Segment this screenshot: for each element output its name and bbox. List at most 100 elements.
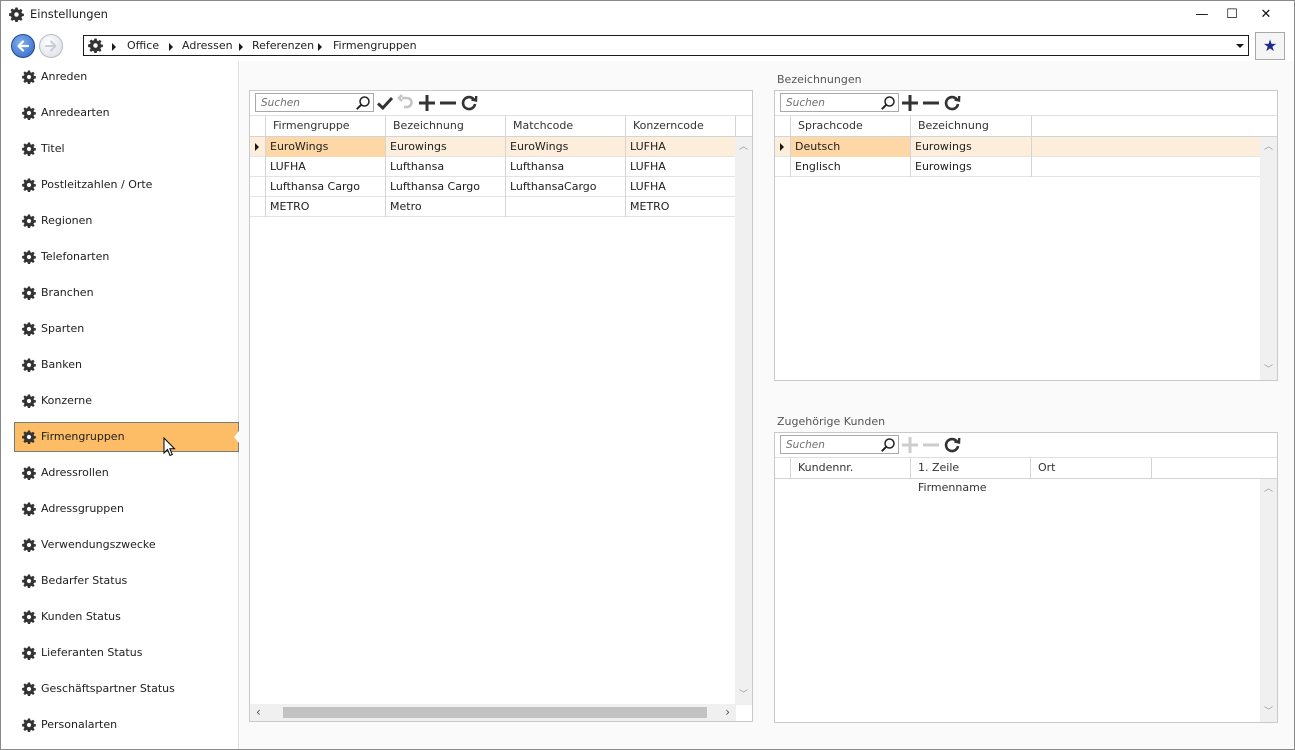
sidebar-item-titel[interactable]: Titel: [14, 134, 239, 164]
table-cell[interactable]: EuroWings: [266, 137, 386, 157]
sidebar-item-regionen[interactable]: Regionen: [14, 206, 239, 236]
table-cell[interactable]: Eurowings: [911, 137, 1032, 157]
close-button[interactable]: ✕: [1251, 4, 1281, 24]
search-icon[interactable]: [355, 95, 371, 111]
breadcrumb-adressen[interactable]: Adressen: [182, 39, 233, 52]
breadcrumb-firmengruppen[interactable]: Firmengruppen: [333, 39, 417, 52]
table-cell[interactable]: Englisch: [791, 157, 911, 177]
table-row[interactable]: Lufthansa Cargo Lufthansa Cargo LufthansaC…: [250, 177, 736, 197]
table-cell[interactable]: Lufthansa Cargo: [386, 177, 506, 197]
table-cell[interactable]: LUFHA: [626, 157, 736, 177]
minus-icon[interactable]: [439, 94, 457, 112]
maximize-button[interactable]: ☐: [1217, 4, 1247, 24]
vertical-scrollbar[interactable]: ︿ ﹀: [1260, 479, 1277, 722]
table-row[interactable]: Englisch Eurowings: [775, 157, 1260, 177]
refresh-icon[interactable]: [943, 94, 961, 112]
table-cell[interactable]: LufthansaCargo: [506, 177, 626, 197]
table-row[interactable]: EuroWings Eurowings EuroWings LUFHA: [250, 137, 736, 157]
vertical-scrollbar[interactable]: ︿ ﹀: [1260, 137, 1277, 380]
sidebar-item-adressrollen[interactable]: Adressrollen: [14, 458, 239, 488]
column-header-kundennr[interactable]: Kundennr.: [791, 458, 911, 479]
column-header-konzerncode[interactable]: Konzerncode: [626, 116, 736, 137]
plus-icon[interactable]: [901, 94, 919, 112]
row-indicator[interactable]: [250, 157, 266, 177]
address-bar[interactable]: Office Adressen Referenzen Firmengruppen: [83, 35, 1249, 56]
table-cell[interactable]: METRO: [626, 197, 736, 217]
chevron-down-icon[interactable]: ﹀: [1264, 366, 1273, 375]
table-cell[interactable]: Lufthansa: [506, 157, 626, 177]
column-header-firmenname[interactable]: 1. Zeile Firmenname: [911, 458, 1031, 494]
row-indicator[interactable]: [775, 137, 791, 157]
sidebar-item-sparten[interactable]: Sparten: [14, 314, 239, 344]
table-cell[interactable]: Metro: [386, 197, 506, 217]
column-header-bezeichnung[interactable]: Bezeichnung: [386, 116, 506, 137]
search-input[interactable]: Suchen: [780, 435, 899, 454]
refresh-icon[interactable]: [460, 94, 478, 112]
table-cell[interactable]: Deutsch: [791, 137, 911, 157]
table-cell[interactable]: Lufthansa: [386, 157, 506, 177]
table-row[interactable]: LUFHA Lufthansa Lufthansa LUFHA: [250, 157, 736, 177]
sidebar-item-verwendungszwecke[interactable]: Verwendungszwecke: [14, 530, 239, 560]
horizontal-scrollbar[interactable]: ‹ ›: [250, 704, 736, 721]
chevron-down-icon[interactable]: [1236, 44, 1244, 48]
table-cell[interactable]: METRO: [266, 197, 386, 217]
table-cell[interactable]: LUFHA: [626, 137, 736, 157]
scrollbar-thumb[interactable]: [283, 707, 707, 718]
sidebar-item-geschäftspartner-status[interactable]: Geschäftspartner Status: [14, 674, 239, 704]
refresh-icon[interactable]: [943, 436, 961, 454]
column-header-ort[interactable]: Ort: [1031, 458, 1152, 479]
chevron-right-icon[interactable]: ›: [725, 706, 730, 718]
column-header-bezeichnung[interactable]: Bezeichnung: [911, 116, 1032, 137]
chevron-up-icon[interactable]: ︿: [739, 143, 748, 152]
minus-icon[interactable]: [922, 94, 940, 112]
sidebar-item-anredearten[interactable]: Anredearten: [14, 98, 239, 128]
table-row[interactable]: Deutsch Eurowings: [775, 137, 1260, 157]
search-icon[interactable]: [880, 437, 896, 453]
table-cell[interactable]: Eurowings: [386, 137, 506, 157]
chevron-down-icon[interactable]: ﹀: [739, 691, 748, 700]
sidebar-item-banken[interactable]: Banken: [14, 350, 239, 380]
chevron-down-icon[interactable]: ﹀: [1264, 708, 1273, 717]
minus-icon[interactable]: [922, 436, 940, 454]
sidebar-item-personalarten[interactable]: Personalarten: [14, 710, 239, 740]
sidebar-item-postleitzahlen-orte[interactable]: Postleitzahlen / Orte: [14, 170, 239, 200]
sidebar-item-kunden-status[interactable]: Kunden Status: [14, 602, 239, 632]
back-button[interactable]: [11, 34, 35, 58]
table-row[interactable]: METRO Metro METRO: [250, 197, 736, 217]
sidebar-item-firmengruppen[interactable]: Firmengruppen: [14, 422, 239, 452]
column-header-sprachcode[interactable]: Sprachcode: [791, 116, 911, 137]
table-cell[interactable]: EuroWings: [506, 137, 626, 157]
vertical-scrollbar[interactable]: ︿ ﹀: [735, 137, 752, 705]
check-icon[interactable]: [376, 94, 394, 112]
breadcrumb-office[interactable]: Office: [127, 39, 159, 52]
sidebar-item-telefonarten[interactable]: Telefonarten: [14, 242, 239, 272]
table-cell[interactable]: [506, 197, 626, 217]
chevron-up-icon[interactable]: ︿: [1264, 485, 1273, 494]
row-indicator[interactable]: [775, 157, 791, 177]
column-header-matchcode[interactable]: Matchcode: [506, 116, 626, 137]
sidebar-item-anreden[interactable]: Anreden: [14, 62, 239, 92]
sidebar-item-konzerne[interactable]: Konzerne: [14, 386, 239, 416]
forward-button[interactable]: [39, 34, 63, 58]
sidebar-item-branchen[interactable]: Branchen: [14, 278, 239, 308]
table-cell[interactable]: LUFHA: [266, 157, 386, 177]
chevron-left-icon[interactable]: ‹: [256, 706, 261, 718]
table-cell[interactable]: Lufthansa Cargo: [266, 177, 386, 197]
minimize-button[interactable]: —: [1187, 4, 1217, 24]
plus-icon[interactable]: [418, 94, 436, 112]
row-indicator[interactable]: [250, 177, 266, 197]
row-indicator[interactable]: [250, 137, 266, 157]
row-indicator[interactable]: [250, 197, 266, 217]
favorite-button[interactable]: ★: [1255, 32, 1285, 60]
plus-icon[interactable]: [901, 436, 919, 454]
sidebar-item-bedarfer-status[interactable]: Bedarfer Status: [14, 566, 239, 596]
undo-icon[interactable]: [397, 94, 415, 112]
chevron-up-icon[interactable]: ︿: [1264, 143, 1273, 152]
breadcrumb-referenzen[interactable]: Referenzen: [252, 39, 314, 52]
sidebar-item-adressgruppen[interactable]: Adressgruppen: [14, 494, 239, 524]
search-input[interactable]: Suchen: [780, 93, 899, 112]
search-input[interactable]: Suchen: [255, 93, 374, 112]
table-cell[interactable]: LUFHA: [626, 177, 736, 197]
table-cell[interactable]: Eurowings: [911, 157, 1032, 177]
column-header-firmengruppe[interactable]: Firmengruppe: [266, 116, 386, 137]
